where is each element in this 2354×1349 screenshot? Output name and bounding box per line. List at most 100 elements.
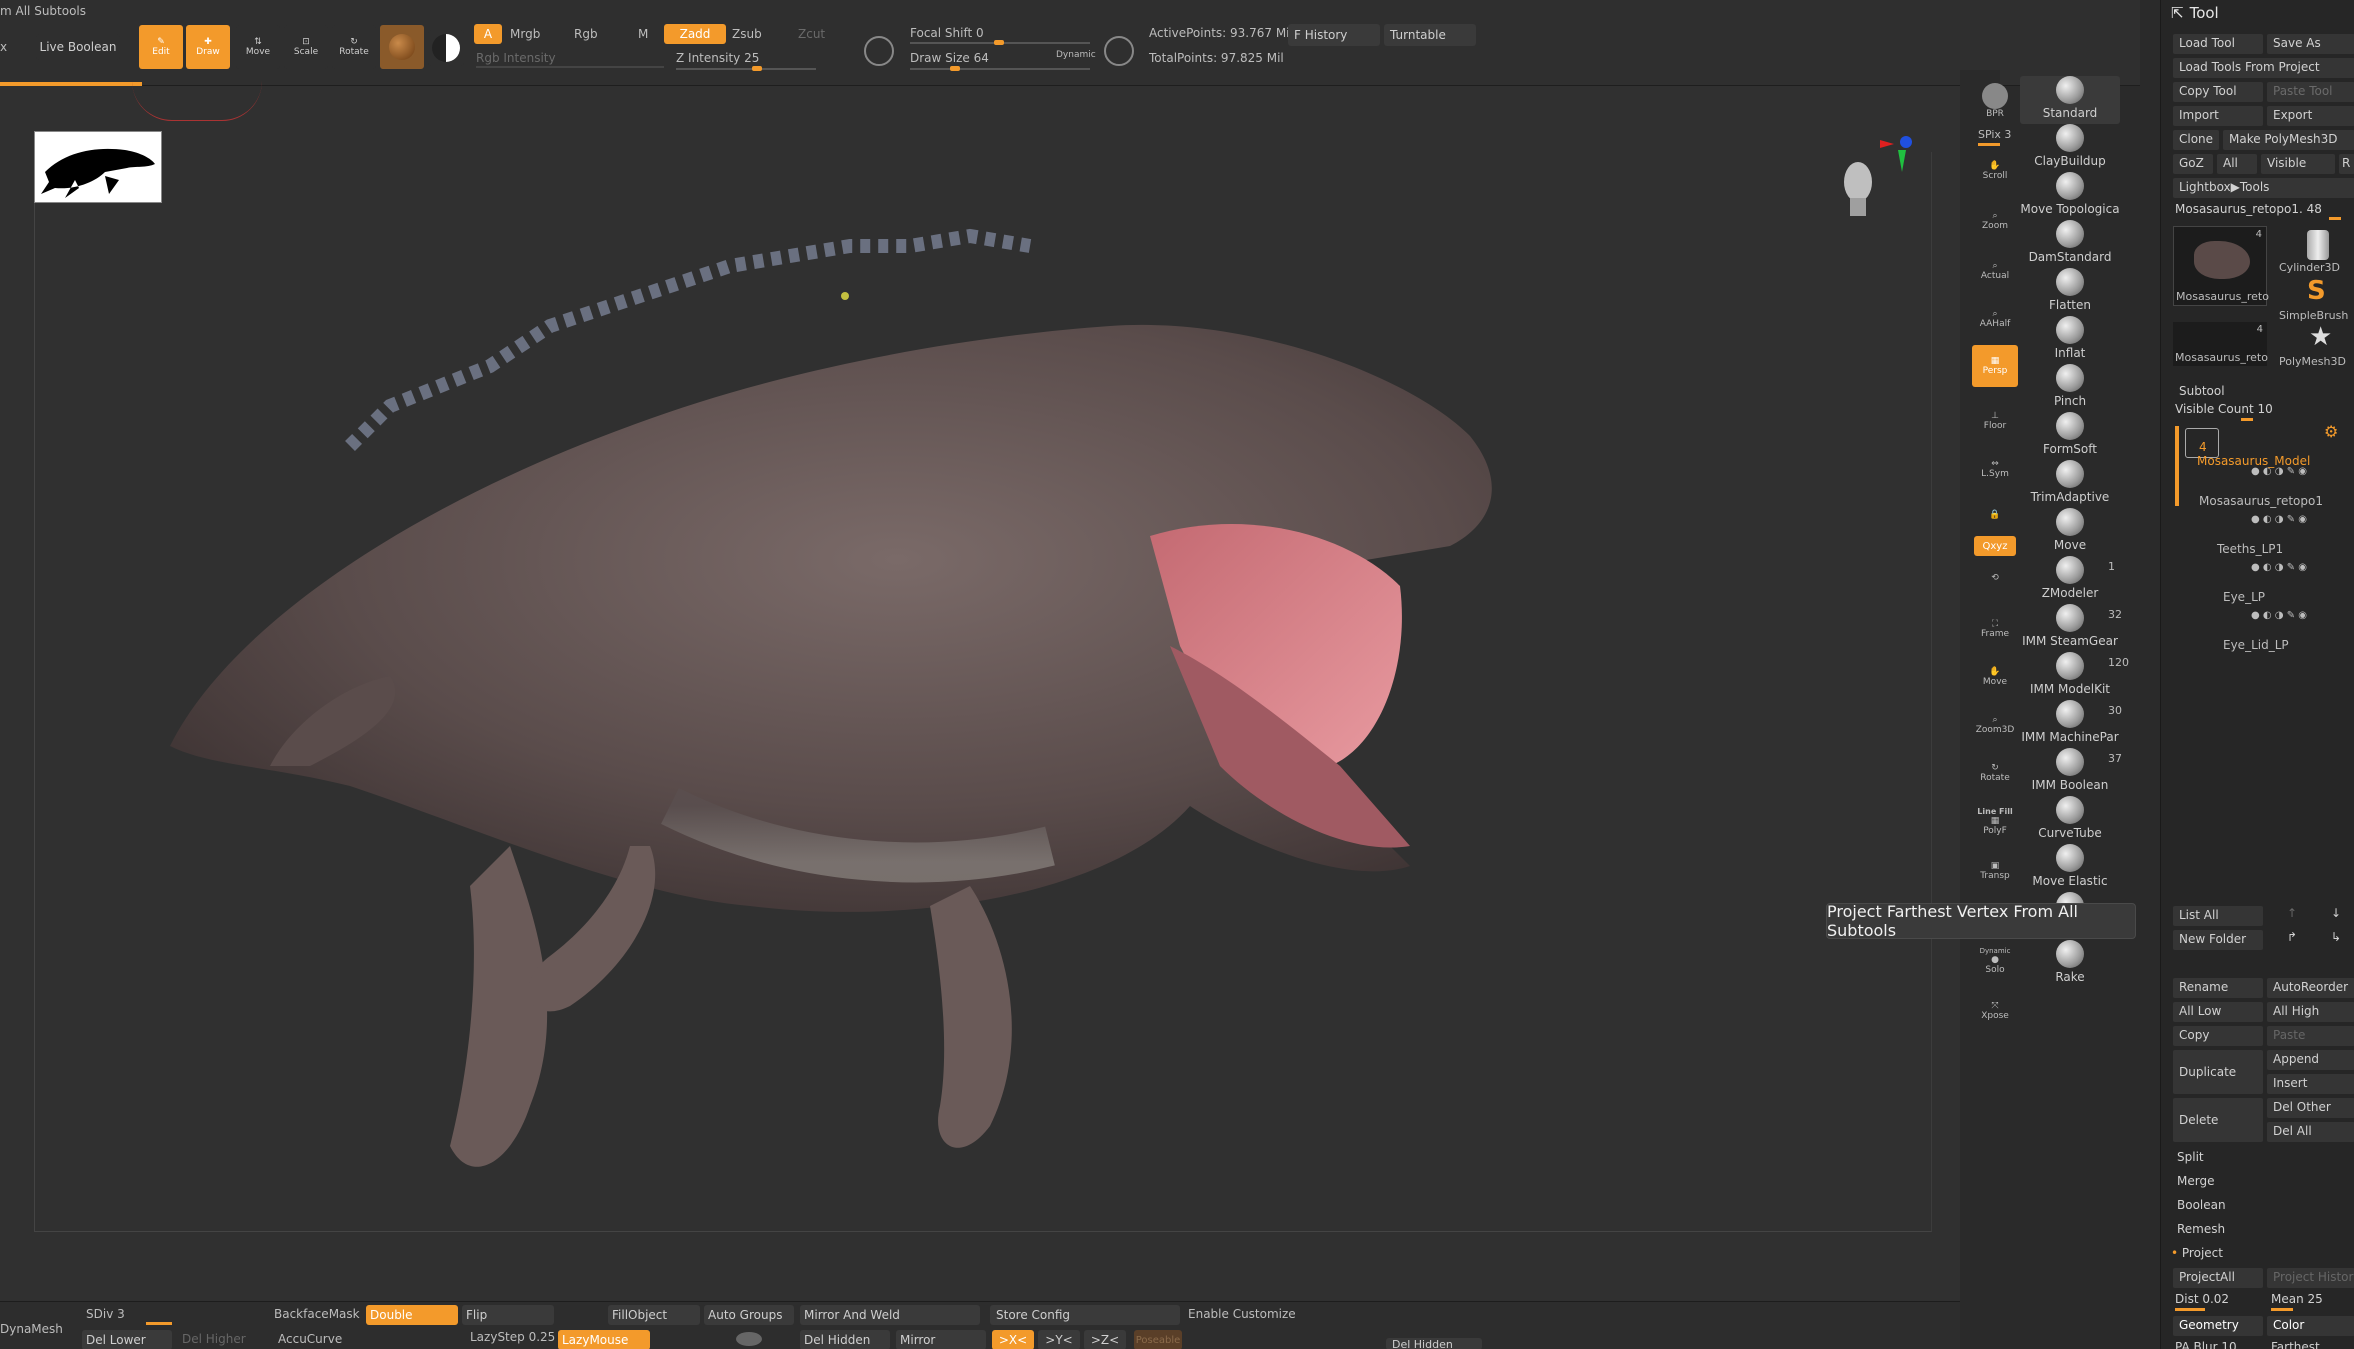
brush-item[interactable]: IMM MachinePar <box>2020 700 2120 748</box>
focal-shift-icon[interactable] <box>864 36 894 66</box>
paste-button[interactable]: Paste <box>2267 1026 2354 1046</box>
actual-button[interactable]: ⌕ Actual <box>1972 250 2018 292</box>
lazystep-slider[interactable]: LazyStep 0.25 <box>470 1330 555 1344</box>
brush-item[interactable]: Inflat <box>2020 316 2120 364</box>
transp-button[interactable]: ▣ Transp <box>1972 850 2018 892</box>
fillobject-button[interactable]: FillObject <box>608 1305 700 1325</box>
tool-thumb-polymesh3d[interactable]: ★ PolyMesh3D <box>2271 322 2354 368</box>
list-all-button[interactable]: List All <box>2173 906 2263 926</box>
brush-item[interactable]: IMM Boolean <box>2020 748 2120 796</box>
mirror-button[interactable]: Mirror <box>896 1330 986 1349</box>
dist-slider[interactable]: Dist 0.02 <box>2175 1292 2229 1306</box>
tool-thumb-mosasaurus-2[interactable]: 4 Mosasaurus_reto <box>2173 322 2268 366</box>
double-button[interactable]: Double <box>366 1305 458 1325</box>
scroll-button[interactable]: ✋ Scroll <box>1972 150 2018 192</box>
all-high-button[interactable]: All High <box>2267 1002 2354 1022</box>
color-button[interactable]: Color <box>2267 1316 2354 1336</box>
import-button[interactable]: Import <box>2173 106 2263 126</box>
z-intensity-slider[interactable]: Z Intensity 25 <box>676 51 759 65</box>
zoom3d-button[interactable]: ⌕ Zoom3D <box>1972 704 2018 746</box>
draw-size-handle[interactable] <box>950 66 960 71</box>
brush-item[interactable]: Rake <box>2020 940 2120 988</box>
del-higher-button[interactable]: Del Higher <box>182 1332 246 1346</box>
copy-tool-button[interactable]: Copy Tool <box>2173 82 2263 102</box>
texture-sphere-icon[interactable] <box>428 30 464 66</box>
subtool-visibility-icon[interactable]: ● ◐ ◑ ✎ ◉ <box>2251 514 2307 525</box>
canvas-viewport[interactable] <box>0 86 1960 1301</box>
new-folder-button[interactable]: New Folder <box>2173 930 2263 950</box>
zadd-button[interactable]: Zadd <box>664 24 726 44</box>
edit-button[interactable]: ✎ Edit <box>139 25 183 69</box>
bpr-button[interactable]: BPR <box>1972 80 2018 122</box>
focal-shift-handle[interactable] <box>994 40 1004 45</box>
goz-visible-button[interactable]: Visible <box>2261 154 2335 174</box>
auto-reorder-button[interactable]: AutoReorder <box>2267 978 2354 998</box>
z-intensity-handle[interactable] <box>752 66 762 71</box>
y-symmetry-button[interactable]: >Y< <box>1038 1330 1080 1349</box>
flip-button[interactable]: Flip <box>462 1305 554 1325</box>
dynamic-toggle[interactable]: Dynamic <box>1056 50 1096 60</box>
rgb-button[interactable]: Rgb <box>574 27 598 41</box>
goz-all-button[interactable]: All <box>2217 154 2257 174</box>
split-section[interactable]: Split <box>2177 1150 2204 1164</box>
visible-count-slider[interactable]: Visible Count 10 <box>2175 402 2273 416</box>
persp-button[interactable]: ▦ Persp <box>1972 345 2018 387</box>
subtool-row[interactable]: Teeths_LP1 ● ◐ ◑ ✎ ◉ <box>2181 536 2353 580</box>
enable-customize-button[interactable]: Enable Customize <box>1188 1307 1296 1321</box>
f-history-button[interactable]: F History <box>1288 24 1380 46</box>
project-section[interactable]: • Project <box>2171 1246 2223 1260</box>
append-button[interactable]: Append <box>2267 1050 2354 1070</box>
focal-shift-slider[interactable]: Focal Shift 0 <box>910 26 984 40</box>
draw-button[interactable]: ✚ Draw <box>186 25 230 69</box>
brush-item[interactable]: Standard <box>2020 76 2120 124</box>
axis-gizmo-icon[interactable] <box>1872 134 1918 180</box>
auto-groups-button[interactable]: Auto Groups <box>704 1305 794 1325</box>
brush-item[interactable]: ZModeler <box>2020 556 2120 604</box>
brush-item[interactable]: FormSoft <box>2020 412 2120 460</box>
shelf-move-button[interactable]: ✋ Move <box>1972 656 2018 698</box>
merge-section[interactable]: Merge <box>2177 1174 2214 1188</box>
frame-button[interactable]: ⛶ Frame <box>1972 608 2018 650</box>
gear-icon[interactable]: ⚙ <box>2324 422 2338 441</box>
remesh-section[interactable]: Remesh <box>2177 1222 2225 1236</box>
insert-button[interactable]: Insert <box>2267 1074 2354 1094</box>
lightbox-tools-button[interactable]: Lightbox▶Tools <box>2173 178 2354 198</box>
mean-slider[interactable]: Mean 25 <box>2271 1292 2323 1306</box>
copy-button[interactable]: Copy <box>2173 1026 2263 1046</box>
rename-button[interactable]: Rename <box>2173 978 2263 998</box>
backfacemask-button[interactable]: BackfaceMask <box>274 1307 360 1321</box>
a-button[interactable]: A <box>474 24 502 44</box>
subtool-row[interactable]: Eye_Lid_LP <box>2181 632 2353 676</box>
z-symmetry-button[interactable]: >Z< <box>1084 1330 1126 1349</box>
spix-slider[interactable]: SPix 3 <box>1978 128 2011 141</box>
project-all-button[interactable]: ProjectAll <box>2173 1268 2263 1288</box>
brush-item[interactable]: IMM SteamGear <box>2020 604 2120 652</box>
paste-tool-button[interactable]: Paste Tool <box>2267 82 2354 102</box>
rotate-axis-button[interactable]: ⟲ <box>1972 560 2018 596</box>
xpose-button[interactable]: ⤧ Xpose <box>1972 990 2018 1032</box>
arrow-up-icon[interactable]: ↑ <box>2287 906 2297 920</box>
zoom-button[interactable]: ⌕ Zoom <box>1972 200 2018 242</box>
subtool-visibility-icon[interactable]: ● ◐ ◑ ✎ ◉ <box>2251 466 2307 477</box>
arrow-down-icon[interactable]: ↓ <box>2331 906 2341 920</box>
brush-item[interactable]: IMM ModelKit <box>2020 652 2120 700</box>
export-button[interactable]: Export <box>2267 106 2354 126</box>
subtool-visibility-icon[interactable]: ● ◐ ◑ ✎ ◉ <box>2251 562 2307 573</box>
accucurve-button[interactable]: AccuCurve <box>278 1332 342 1346</box>
material-sphere-icon[interactable] <box>380 25 424 69</box>
farthest-button[interactable]: Farthest <box>2271 1340 2320 1349</box>
brush-item[interactable]: Move Topologica <box>2020 172 2120 220</box>
turntable-button[interactable]: Turntable <box>1384 24 1476 46</box>
subtool-row[interactable]: Mosasaurus_retopo1 ● ◐ ◑ ✎ ◉ <box>2181 488 2353 532</box>
save-as-button[interactable]: Save As <box>2267 34 2354 54</box>
brush-stroke-icon[interactable] <box>736 1332 762 1346</box>
mosasaurus-3d-model[interactable] <box>150 206 1900 1206</box>
del-lower-button[interactable]: Del Lower <box>82 1330 172 1349</box>
brush-item[interactable]: DamStandard <box>2020 220 2120 268</box>
store-config-button[interactable]: Store Config <box>990 1305 1180 1325</box>
del-hidden-button[interactable]: Del Hidden <box>800 1330 890 1349</box>
zcut-button[interactable]: Zcut <box>798 27 825 41</box>
brush-item[interactable]: TrimAdaptive <box>2020 460 2120 508</box>
subtool-row[interactable]: 4 Mosasaurus_Model ● ◐ ◑ ✎ ◉ <box>2181 440 2353 484</box>
brush-item[interactable]: ClayBuildup <box>2020 124 2120 172</box>
